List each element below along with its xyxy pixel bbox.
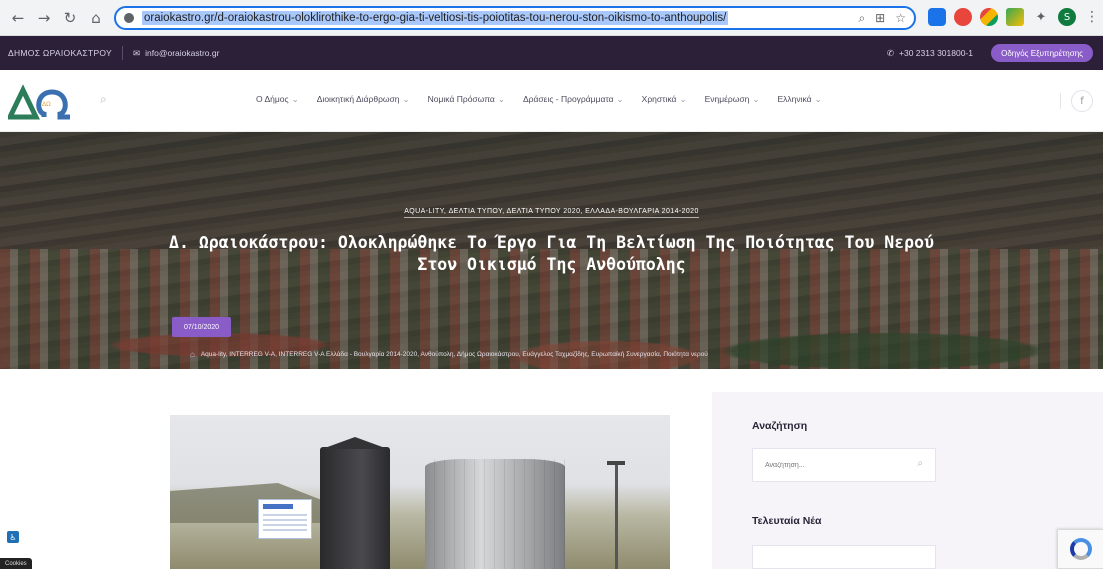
- cookies-button[interactable]: Cookies: [0, 558, 32, 569]
- sidebar: Αναζήτηση ⌕ Τελευταία Νέα: [712, 392, 1103, 569]
- extensions-puzzle-icon[interactable]: ✦: [1032, 8, 1050, 26]
- service-guide-button[interactable]: Οδηγός Εξυπηρέτησης: [991, 44, 1093, 62]
- article-title: Δ. Ωραιοκάστρου: Ολοκληρώθηκε Το Έργο Γι…: [169, 233, 934, 274]
- url-text[interactable]: oraiokastro.gr/d-oraiokastrou-olokliroth…: [142, 11, 729, 25]
- install-app-icon[interactable]: ⊞: [875, 11, 885, 26]
- zoom-icon[interactable]: ⌕: [858, 11, 865, 26]
- project-info-sign: [258, 499, 312, 539]
- bookmark-star-icon[interactable]: ☆: [895, 11, 906, 26]
- phone-icon: ✆: [886, 47, 895, 58]
- article-tags: ⌂ Aqua-lity, INTERREG V-A, INTERREG V-A …: [190, 350, 708, 359]
- recaptcha-icon: [1069, 538, 1092, 560]
- sidebar-search-box[interactable]: ⌕: [752, 448, 936, 482]
- menu-item-useful[interactable]: Χρηστικά ⌄: [642, 94, 687, 105]
- facebook-icon[interactable]: f: [1071, 90, 1093, 112]
- article-date: 07/10/2020: [172, 317, 232, 337]
- chevron-down-icon: ⌄: [497, 94, 505, 104]
- divider: [1060, 93, 1061, 109]
- site-info-icon[interactable]: [124, 13, 134, 23]
- logo-text: ΔΩ: [42, 101, 51, 108]
- divider: [122, 46, 124, 60]
- menu-item-administration[interactable]: Διοικητική Διάρθρωση ⌄: [317, 94, 410, 105]
- article-hero: AQUA-LITY, ΔΕΛΤΙΑ ΤΥΠΟΥ, ΔΕΛΤΙΑ ΤΥΠΟΥ 20…: [0, 132, 1103, 369]
- mail-icon: ✉: [133, 47, 141, 58]
- municipality-logo[interactable]: ΔΩ: [8, 84, 76, 120]
- latest-news-list: [752, 545, 936, 569]
- menu-item-news[interactable]: Ενημέρωση ⌄: [705, 94, 760, 105]
- light-pole: [607, 461, 625, 569]
- browser-toolbar: ← → ↻ ⌂ oraiokastro.gr/d-oraiokastrou-ol…: [0, 0, 1103, 36]
- extension-red-icon[interactable]: [954, 8, 972, 26]
- chevron-down-icon: ⌄: [679, 94, 687, 104]
- article-categories[interactable]: AQUA-LITY, ΔΕΛΤΙΑ ΤΥΠΟΥ, ΔΕΛΤΙΑ ΤΥΠΟΥ 20…: [0, 208, 1103, 218]
- main-menu: Ο Δήμος ⌄ Διοικητική Διάρθρωση ⌄ Νομικά Πρ…: [256, 94, 822, 105]
- forward-arrow-icon[interactable]: →: [32, 6, 56, 30]
- article-featured-image: [170, 415, 670, 569]
- chevron-down-icon: ⌄: [291, 94, 299, 104]
- municipality-link[interactable]: ΔΗΜΟΣ ΩΡΑΙΟΚΑΣΤΡΟΥ: [0, 48, 112, 58]
- menu-item-programs[interactable]: Δράσεις - Προγράμματα ⌄: [523, 94, 624, 105]
- chevron-down-icon: ⌄: [402, 94, 410, 104]
- home-icon[interactable]: ⌂: [84, 6, 108, 30]
- chevron-down-icon: ⌄: [814, 94, 822, 104]
- phone-link[interactable]: ✆ +30 2313 301800-1: [887, 48, 973, 59]
- extension-gradient-icon[interactable]: [1006, 8, 1024, 26]
- accessibility-icon[interactable]: ♿: [7, 531, 19, 543]
- top-info-bar: ΔΗΜΟΣ ΩΡΑΙΟΚΑΣΤΡΟΥ ✉ info@oraiokastro.gr…: [0, 36, 1103, 70]
- search-heading: Αναζήτηση: [752, 420, 808, 432]
- chevron-down-icon: ⌄: [616, 94, 624, 104]
- menu-item-language[interactable]: Ελληνικά ⌄: [778, 94, 822, 105]
- tag-icon: ⌂: [190, 350, 195, 359]
- dark-water-tank: [320, 447, 390, 569]
- address-bar[interactable]: oraiokastro.gr/d-oraiokastrou-olokliroth…: [114, 6, 916, 30]
- menu-item-legal-entities[interactable]: Νομικά Πρόσωπα ⌄: [428, 94, 505, 105]
- phone-text[interactable]: +30 2313 301800-1: [899, 48, 973, 58]
- reload-icon[interactable]: ↻: [58, 6, 82, 30]
- back-arrow-icon[interactable]: ←: [6, 6, 30, 30]
- profile-avatar-icon[interactable]: S: [1058, 8, 1076, 26]
- site-header: ΔΩ ⌕ Ο Δήμος ⌄ Διοικητική Διάρθρωση ⌄ Νομι…: [0, 70, 1103, 132]
- tags-text[interactable]: Aqua-lity, INTERREG V-A, INTERREG V-A Ελ…: [201, 351, 708, 358]
- email-link[interactable]: ✉ info@oraiokastro.gr: [133, 48, 219, 59]
- search-input[interactable]: [765, 461, 905, 469]
- steel-water-tank: [425, 459, 565, 569]
- extension-colorful-icon[interactable]: [980, 8, 998, 26]
- latest-news-heading: Τελευταία Νέα: [752, 515, 822, 527]
- browser-menu-icon[interactable]: ⋮: [1085, 9, 1099, 25]
- menu-item-municipality[interactable]: Ο Δήμος ⌄: [256, 94, 299, 105]
- recaptcha-badge[interactable]: [1057, 529, 1103, 569]
- header-search-icon[interactable]: ⌕: [100, 92, 107, 107]
- email-text[interactable]: info@oraiokastro.gr: [145, 48, 219, 58]
- chevron-down-icon: ⌄: [752, 94, 760, 104]
- extension-blue-icon[interactable]: [928, 8, 946, 26]
- search-icon[interactable]: ⌕: [917, 458, 923, 469]
